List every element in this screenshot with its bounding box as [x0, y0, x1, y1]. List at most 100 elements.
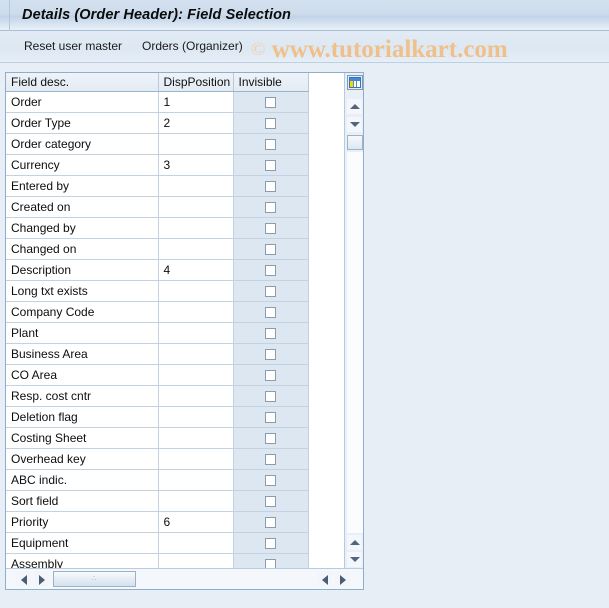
- invisible-checkbox[interactable]: [265, 432, 276, 444]
- invisible-checkbox[interactable]: [265, 264, 276, 276]
- scroll-left-icon-right[interactable]: [317, 571, 332, 586]
- table-row[interactable]: Costing Sheet: [6, 427, 309, 449]
- cell-field-desc[interactable]: Order: [6, 91, 159, 113]
- table-row[interactable]: Priority 6: [6, 511, 309, 533]
- cell-disp-position[interactable]: [158, 385, 234, 407]
- table-row[interactable]: Currency 3: [6, 154, 309, 176]
- table-row[interactable]: Order 1: [6, 91, 309, 113]
- table-row[interactable]: Overhead key: [6, 448, 309, 470]
- cell-field-desc[interactable]: ABC indic.: [6, 469, 159, 491]
- invisible-checkbox[interactable]: [265, 327, 276, 339]
- table-row[interactable]: Changed by: [6, 217, 309, 239]
- cell-disp-position[interactable]: [158, 175, 234, 197]
- invisible-checkbox[interactable]: [265, 411, 276, 423]
- cell-field-desc[interactable]: Overhead key: [6, 448, 159, 470]
- cell-disp-position[interactable]: 2: [158, 112, 234, 134]
- table-row[interactable]: Equipment: [6, 532, 309, 554]
- invisible-checkbox[interactable]: [265, 516, 276, 528]
- table-row[interactable]: ABC indic.: [6, 469, 309, 491]
- table-row[interactable]: CO Area: [6, 364, 309, 386]
- table-row[interactable]: Sort field: [6, 490, 309, 512]
- cell-field-desc[interactable]: Deletion flag: [6, 406, 159, 428]
- scroll-up-icon-bottom[interactable]: [347, 535, 362, 550]
- invisible-checkbox[interactable]: [265, 285, 276, 297]
- orders-organizer-button[interactable]: Orders (Organizer): [142, 39, 243, 54]
- cell-field-desc[interactable]: Order category: [6, 133, 159, 155]
- cell-field-desc[interactable]: Entered by: [6, 175, 159, 197]
- table-row[interactable]: Order category: [6, 133, 309, 155]
- cell-field-desc[interactable]: Created on: [6, 196, 159, 218]
- cell-field-desc[interactable]: Business Area: [6, 343, 159, 365]
- scroll-right-icon-right[interactable]: [335, 571, 350, 586]
- cell-field-desc[interactable]: CO Area: [6, 364, 159, 386]
- cell-disp-position[interactable]: [158, 343, 234, 365]
- invisible-checkbox[interactable]: [265, 558, 276, 568]
- scroll-left-icon[interactable]: [16, 571, 31, 586]
- invisible-checkbox[interactable]: [265, 306, 276, 318]
- cell-field-desc[interactable]: Equipment: [6, 532, 159, 554]
- cell-disp-position[interactable]: 6: [158, 511, 234, 533]
- table-row[interactable]: Company Code: [6, 301, 309, 323]
- cell-disp-position[interactable]: 4: [158, 259, 234, 281]
- scroll-down-icon[interactable]: [347, 117, 362, 132]
- invisible-checkbox[interactable]: [265, 390, 276, 402]
- table-settings-icon[interactable]: [347, 75, 363, 90]
- cell-field-desc[interactable]: Currency: [6, 154, 159, 176]
- vertical-scroll-thumb[interactable]: [347, 135, 363, 150]
- cell-field-desc[interactable]: Sort field: [6, 490, 159, 512]
- scroll-up-icon[interactable]: [347, 99, 362, 114]
- cell-field-desc[interactable]: Changed on: [6, 238, 159, 260]
- table-row[interactable]: Created on: [6, 196, 309, 218]
- cell-disp-position[interactable]: [158, 406, 234, 428]
- table-row[interactable]: Order Type 2: [6, 112, 309, 134]
- invisible-checkbox[interactable]: [265, 138, 276, 150]
- invisible-checkbox[interactable]: [265, 222, 276, 234]
- cell-disp-position[interactable]: [158, 448, 234, 470]
- cell-disp-position[interactable]: 3: [158, 154, 234, 176]
- invisible-checkbox[interactable]: [265, 348, 276, 360]
- table-row[interactable]: Entered by: [6, 175, 309, 197]
- cell-field-desc[interactable]: Long txt exists: [6, 280, 159, 302]
- scroll-right-icon[interactable]: [34, 571, 49, 586]
- cell-disp-position[interactable]: [158, 301, 234, 323]
- column-header-dispposition[interactable]: DispPosition: [158, 73, 234, 92]
- cell-field-desc[interactable]: Plant: [6, 322, 159, 344]
- invisible-checkbox[interactable]: [265, 369, 276, 381]
- cell-disp-position[interactable]: [158, 532, 234, 554]
- invisible-checkbox[interactable]: [265, 180, 276, 192]
- cell-field-desc[interactable]: Priority: [6, 511, 159, 533]
- cell-field-desc[interactable]: Costing Sheet: [6, 427, 159, 449]
- invisible-checkbox[interactable]: [265, 495, 276, 507]
- vertical-scroll-track[interactable]: [347, 152, 363, 533]
- cell-field-desc[interactable]: Assembly: [6, 553, 159, 568]
- cell-field-desc[interactable]: Order Type: [6, 112, 159, 134]
- table-row[interactable]: Business Area: [6, 343, 309, 365]
- table-row[interactable]: Deletion flag: [6, 406, 309, 428]
- table-row[interactable]: Assembly: [6, 553, 309, 568]
- cell-disp-position[interactable]: 1: [158, 91, 234, 113]
- invisible-checkbox[interactable]: [265, 201, 276, 213]
- cell-disp-position[interactable]: [158, 427, 234, 449]
- cell-disp-position[interactable]: [158, 490, 234, 512]
- horizontal-scroll-thumb[interactable]: ∴: [53, 571, 136, 587]
- invisible-checkbox[interactable]: [265, 159, 276, 171]
- invisible-checkbox[interactable]: [265, 453, 276, 465]
- invisible-checkbox[interactable]: [265, 96, 276, 108]
- invisible-checkbox[interactable]: [265, 243, 276, 255]
- invisible-checkbox[interactable]: [265, 537, 276, 549]
- cell-field-desc[interactable]: Changed by: [6, 217, 159, 239]
- cell-disp-position[interactable]: [158, 553, 234, 568]
- table-row[interactable]: Changed on: [6, 238, 309, 260]
- table-row[interactable]: Long txt exists: [6, 280, 309, 302]
- cell-disp-position[interactable]: [158, 364, 234, 386]
- cell-field-desc[interactable]: Company Code: [6, 301, 159, 323]
- cell-field-desc[interactable]: Resp. cost cntr: [6, 385, 159, 407]
- cell-disp-position[interactable]: [158, 217, 234, 239]
- reset-user-master-button[interactable]: Reset user master: [24, 39, 122, 54]
- scroll-down-icon-bottom[interactable]: [347, 552, 362, 567]
- cell-disp-position[interactable]: [158, 238, 234, 260]
- cell-disp-position[interactable]: [158, 196, 234, 218]
- cell-field-desc[interactable]: Description: [6, 259, 159, 281]
- cell-disp-position[interactable]: [158, 322, 234, 344]
- table-row[interactable]: Description 4: [6, 259, 309, 281]
